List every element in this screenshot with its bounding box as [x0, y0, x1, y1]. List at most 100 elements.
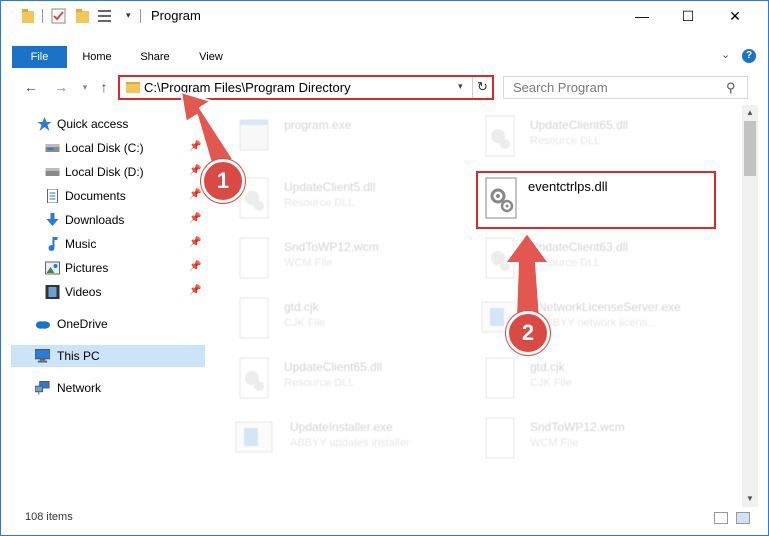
blank-file-icon [239, 237, 269, 279]
folder-icon[interactable] [21, 8, 35, 24]
drive-icon [45, 144, 60, 152]
nav-item-videos[interactable]: Videos 📌 [11, 281, 205, 303]
file-type: Resource DLL [530, 135, 601, 147]
help-icon[interactable]: ? [742, 49, 756, 63]
file-type: Resource DLL [284, 197, 355, 209]
minimize-button[interactable]: — [619, 1, 665, 31]
status-bar: 108 items [1, 507, 768, 535]
file-item[interactable]: gtd.cjk CJK File [480, 352, 720, 412]
pin-icon: 📌 [189, 285, 202, 296]
file-item[interactable]: gtd.cjk CJK File [234, 292, 474, 352]
quick-access-separator [42, 9, 43, 23]
file-name: gtd.cjk [284, 300, 319, 314]
pin-icon: 📌 [189, 141, 202, 152]
file-item[interactable]: SndToWP12.wcm WCM File [480, 412, 720, 472]
tab-home[interactable]: Home [71, 46, 123, 68]
step-two-badge: 2 [506, 311, 550, 355]
scroll-up-icon[interactable]: ▲ [742, 105, 758, 121]
nav-item-music[interactable]: Music 📌 [11, 233, 205, 255]
file-name: eventctrlps.dll [528, 179, 608, 194]
scroll-down-icon[interactable]: ▼ [742, 491, 758, 507]
nav-item-label: Pictures [65, 261, 109, 275]
ribbon-collapse-icon[interactable]: ⌄ [721, 48, 730, 61]
file-name: gtd.cjk [530, 360, 565, 374]
network-icon [35, 381, 50, 395]
music-icon [48, 237, 58, 251]
nav-item-onedrive[interactable]: OneDrive [11, 313, 205, 335]
file-item[interactable]: program.exe [234, 110, 474, 170]
file-item[interactable]: SndToWP12.wcm WCM File [234, 232, 474, 292]
item-count: 108 items [25, 511, 73, 523]
file-name: UpdateClient63.dll [530, 240, 629, 254]
recent-locations-button[interactable]: ▾ [75, 77, 95, 97]
vertical-scrollbar[interactable]: ▲ ▼ [742, 105, 758, 507]
blank-file-icon [485, 417, 515, 459]
details-view-icon[interactable] [714, 512, 728, 524]
pin-icon: 📌 [189, 165, 202, 176]
pin-icon: 📌 [189, 189, 202, 200]
up-button[interactable]: ↑ [94, 77, 114, 97]
file-type: Resource DLL [530, 257, 601, 269]
nav-item-label: Local Disk (C:) [65, 141, 144, 155]
title-separator [140, 9, 141, 23]
nav-item-label: Network [57, 381, 102, 395]
app-icon [235, 421, 273, 453]
nav-item-quick-access[interactable]: Quick access [11, 113, 205, 135]
address-bar[interactable]: C:\Program Files\Program Directory ▾ ↻ [118, 75, 494, 100]
pin-icon: 📌 [189, 213, 202, 224]
nav-item-local-disk-c[interactable]: Local Disk (C:) 📌 [11, 137, 205, 159]
customize-toolbar-icon[interactable] [97, 8, 113, 24]
step-one-badge: 1 [201, 159, 245, 203]
pc-icon [35, 349, 50, 363]
file-name: UpdateClient65.dll [530, 118, 629, 132]
properties-icon[interactable] [51, 8, 67, 24]
file-name: UpdateInstaller.exe [290, 420, 393, 434]
nav-item-network[interactable]: Network [11, 377, 205, 399]
file-item[interactable]: UpdateClient65.dll Resource DLL [480, 110, 720, 170]
file-item[interactable]: UpdateClient65.dll Resource DLL [234, 352, 474, 412]
maximize-button[interactable]: ☐ [665, 1, 711, 31]
dll-gear-icon [485, 177, 517, 219]
file-item-highlighted[interactable]: eventctrlps.dll [476, 171, 716, 229]
folder-icon [126, 82, 140, 93]
file-name: UpdateClient5.dll [284, 180, 376, 194]
file-item[interactable]: UpdateInstaller.exe ABBYY updates instal… [234, 412, 474, 472]
new-folder-icon[interactable] [75, 8, 91, 24]
nav-item-label: Music [65, 237, 97, 251]
file-name: SndToWP12.wcm [284, 240, 379, 254]
forward-button[interactable]: → [51, 77, 71, 97]
close-button[interactable]: ✕ [712, 1, 758, 31]
nav-item-downloads[interactable]: Downloads 📌 [11, 209, 205, 231]
close-icon: ✕ [729, 7, 741, 24]
file-item[interactable]: UpdateClient5.dll Resource DLL [234, 172, 474, 232]
nav-item-label: Local Disk (D:) [65, 165, 144, 179]
file-type: ABBYY updates installer [290, 437, 410, 449]
large-icons-view-icon[interactable] [736, 512, 750, 524]
ribbon-tabs: File Home Share View ⌄ ? [1, 46, 768, 68]
address-dropdown-icon[interactable]: ▾ [458, 81, 463, 92]
blank-file-icon [485, 357, 515, 399]
file-name: UpdateClient65.dll [284, 360, 383, 374]
nav-item-pictures[interactable]: Pictures 📌 [11, 257, 205, 279]
nav-item-label: Videos [65, 285, 102, 299]
address-path[interactable]: C:\Program Files\Program Directory [144, 80, 351, 95]
file-item[interactable]: UpdateClient63.dll Resource DLL [480, 232, 720, 292]
search-input[interactable]: Search Program ⚲ [503, 76, 748, 99]
nav-item-local-disk-d[interactable]: Local Disk (D:) 📌 [11, 161, 205, 183]
downloads-icon [46, 213, 59, 226]
tab-file[interactable]: File [12, 46, 67, 68]
nav-item-this-pc[interactable]: This PC [11, 345, 205, 367]
title-bar: ▾ Program — ☐ ✕ [1, 1, 768, 31]
back-button[interactable]: ← [21, 77, 41, 97]
tab-share[interactable]: Share [129, 46, 181, 68]
file-type: WCM File [284, 257, 333, 269]
file-list: program.exe UpdateClient65.dll Resource … [206, 106, 741, 501]
nav-item-documents[interactable]: Documents 📌 [11, 185, 205, 207]
search-placeholder: Search Program [513, 80, 608, 95]
dll-icon [485, 237, 515, 279]
minimize-icon: — [635, 8, 649, 24]
scrollbar-thumb[interactable] [744, 121, 756, 176]
tab-view[interactable]: View [185, 46, 237, 68]
quick-access-dropdown[interactable]: ▾ [126, 10, 131, 26]
refresh-button[interactable]: ↻ [472, 77, 492, 98]
